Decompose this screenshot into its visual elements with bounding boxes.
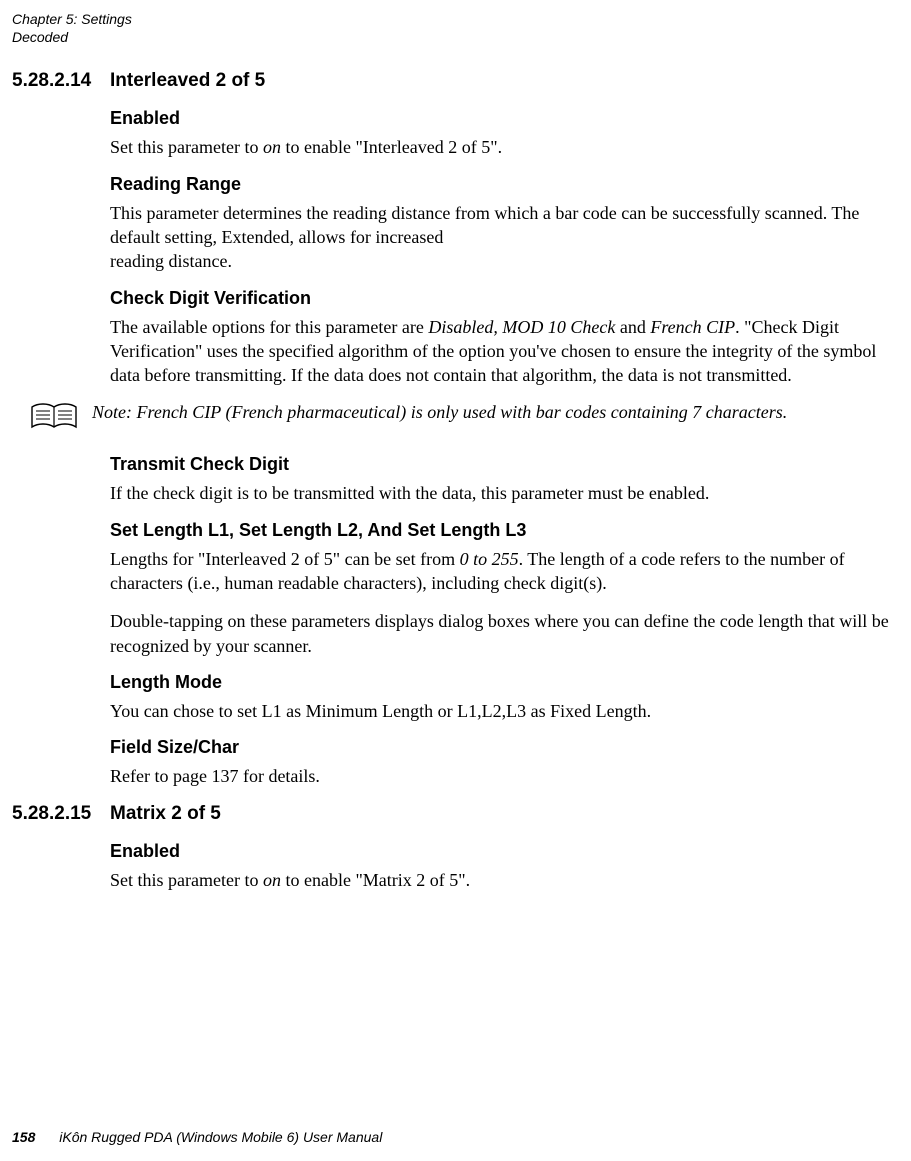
subheading-length-mode: Length Mode — [110, 672, 893, 693]
section-heading-matrix: 5.28.2.15 Matrix 2 of 5 — [12, 803, 893, 825]
section-body-interleaved: Enabled Set this parameter to on to enab… — [110, 108, 893, 387]
note-body: French CIP (French pharmaceutical) is on… — [137, 402, 788, 422]
text-italic-on: on — [263, 870, 281, 890]
subheading-check-digit: Check Digit Verification — [110, 288, 893, 309]
text-italic-options: Disabled, MOD 10 Check — [428, 317, 615, 337]
running-header: Chapter 5: Settings Decoded — [12, 10, 893, 46]
book-icon — [30, 403, 78, 438]
paragraph-enabled: Set this parameter to on to enable "Inte… — [110, 135, 893, 159]
section-number: 5.28.2.14 — [12, 70, 110, 92]
running-header-line2: Decoded — [12, 28, 893, 46]
subheading-set-length: Set Length L1, Set Length L2, And Set Le… — [110, 520, 893, 541]
text-italic-range: 0 to 255 — [460, 549, 519, 569]
subheading-enabled: Enabled — [110, 108, 893, 129]
text-fragment: The available options for this parameter… — [110, 317, 428, 337]
subheading-field-size: Field Size/Char — [110, 737, 893, 758]
note-block: Note: French CIP (French pharmaceutical)… — [30, 401, 893, 438]
subheading-reading-range: Reading Range — [110, 174, 893, 195]
note-label: Note: — [92, 402, 137, 422]
paragraph-check-digit: The available options for this parameter… — [110, 315, 893, 388]
section-title: Interleaved 2 of 5 — [110, 70, 265, 92]
section-title: Matrix 2 of 5 — [110, 803, 221, 825]
section-heading-interleaved: 5.28.2.14 Interleaved 2 of 5 — [12, 70, 893, 92]
paragraph-transmit: If the check digit is to be transmitted … — [110, 481, 893, 505]
text-fragment: Lengths for "Interleaved 2 of 5" can be … — [110, 549, 460, 569]
text-fragment: Set this parameter to — [110, 137, 263, 157]
paragraph-length-mode: You can chose to set L1 as Minimum Lengt… — [110, 699, 893, 723]
text-fragment: to enable "Interleaved 2 of 5". — [281, 137, 502, 157]
paragraph-set-length-1: Lengths for "Interleaved 2 of 5" can be … — [110, 547, 893, 596]
text-italic-french-cip: French CIP — [650, 317, 735, 337]
text-fragment: to enable "Matrix 2 of 5". — [281, 870, 470, 890]
page-number: 158 — [12, 1129, 35, 1145]
text-italic-on: on — [263, 137, 281, 157]
section-body-matrix: Enabled Set this parameter to on to enab… — [110, 841, 893, 892]
section-body-interleaved-cont: Transmit Check Digit If the check digit … — [110, 454, 893, 788]
running-header-line1: Chapter 5: Settings — [12, 10, 893, 28]
paragraph-enabled-matrix: Set this parameter to on to enable "Matr… — [110, 868, 893, 892]
page-content: Chapter 5: Settings Decoded 5.28.2.14 In… — [0, 0, 911, 892]
paragraph-reading-range-2: reading distance. — [110, 249, 893, 273]
paragraph-reading-range-1: This parameter determines the reading di… — [110, 201, 893, 250]
paragraph-field-size: Refer to page 137 for details. — [110, 764, 893, 788]
page-footer: 158 iKôn Rugged PDA (Windows Mobile 6) U… — [12, 1129, 382, 1145]
section-number: 5.28.2.15 — [12, 803, 110, 825]
text-fragment: and — [615, 317, 650, 337]
text-fragment: Set this parameter to — [110, 870, 263, 890]
subheading-transmit: Transmit Check Digit — [110, 454, 893, 475]
subheading-enabled-matrix: Enabled — [110, 841, 893, 862]
paragraph-set-length-2: Double-tapping on these parameters displ… — [110, 609, 893, 658]
footer-title: iKôn Rugged PDA (Windows Mobile 6) User … — [59, 1129, 382, 1145]
note-text: Note: French CIP (French pharmaceutical)… — [92, 401, 787, 424]
